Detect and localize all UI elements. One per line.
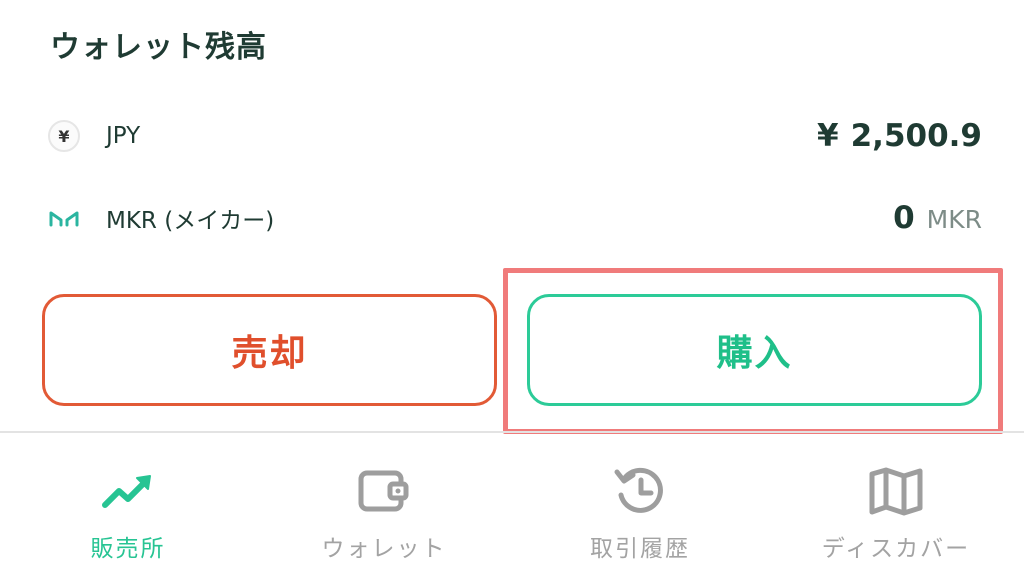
- history-icon: [610, 461, 670, 521]
- sell-button[interactable]: 売却: [42, 294, 497, 406]
- tab-wallet[interactable]: ウォレット: [256, 433, 512, 580]
- bottom-tab-bar: 販売所 ウォレット 取引履歴 ディスカバー: [0, 431, 1024, 580]
- tab-label-history: 取引履歴: [590, 536, 690, 562]
- balance-value-mkr: 0: [893, 200, 915, 236]
- balance-amount-mkr: 0 MKR: [893, 200, 982, 236]
- balance-value-jpy: 2,500.9: [850, 118, 982, 154]
- yen-sign: ¥: [817, 118, 839, 154]
- tab-label-discover: ディスカバー: [821, 536, 971, 562]
- currency-name-jpy: JPY: [106, 123, 141, 149]
- tab-discover[interactable]: ディスカバー: [768, 433, 1024, 580]
- trade-screen: ウォレット残高 ¥ JPY ¥ 2,500.9 MKR (メイカー) 0 MKR…: [0, 0, 1024, 580]
- balance-unit-mkr: MKR: [926, 205, 982, 234]
- balance-amount-jpy: ¥ 2,500.9: [817, 118, 982, 154]
- tab-label-wallet: ウォレット: [321, 536, 447, 562]
- map-icon: [866, 461, 926, 521]
- buy-button[interactable]: 購入: [527, 294, 982, 406]
- balance-row-mkr: MKR (メイカー) 0 MKR: [48, 188, 982, 248]
- trend-up-icon: [98, 461, 158, 521]
- maker-logo-icon: [48, 202, 80, 234]
- tab-history[interactable]: 取引履歴: [512, 433, 768, 580]
- currency-name-mkr: MKR (メイカー): [106, 208, 275, 234]
- balance-row-jpy: ¥ JPY ¥ 2,500.9: [48, 106, 982, 166]
- tab-exchange[interactable]: 販売所: [0, 433, 256, 580]
- tab-label-exchange: 販売所: [90, 536, 166, 562]
- wallet-icon: [354, 461, 414, 521]
- yen-icon: ¥: [48, 120, 80, 152]
- wallet-balance-title: ウォレット残高: [50, 30, 267, 65]
